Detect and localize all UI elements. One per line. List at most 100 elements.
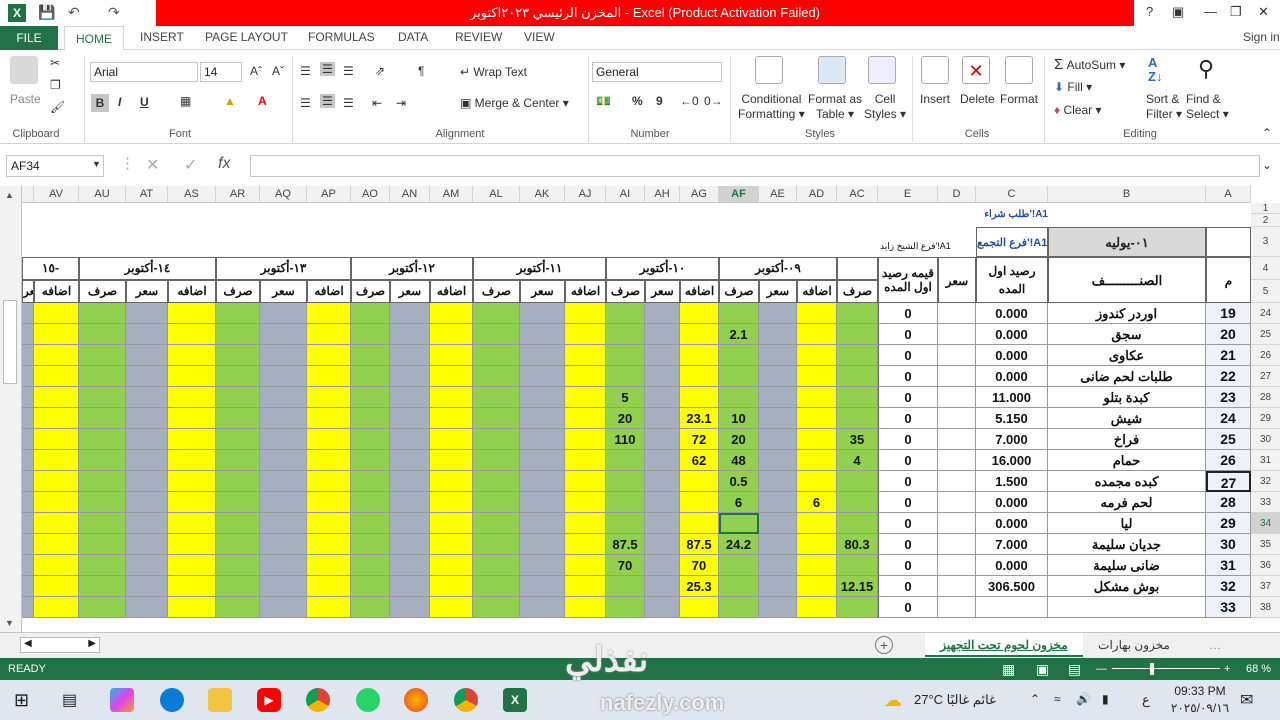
cell-ao[interactable] (351, 345, 390, 366)
cell-af[interactable] (719, 597, 759, 618)
conditional-formatting-icon[interactable] (755, 56, 783, 84)
cell-ap[interactable] (307, 492, 351, 513)
column-header-ar[interactable]: AR (216, 186, 260, 203)
cell-ap[interactable] (307, 513, 351, 534)
cell-aj[interactable] (565, 576, 606, 597)
cell-price[interactable] (938, 303, 976, 324)
cell-av[interactable] (34, 450, 79, 471)
column-header-ad[interactable]: AD (797, 186, 837, 203)
weather-text[interactable]: 27°C غائم غالبًا (914, 692, 996, 708)
cell-au[interactable] (79, 408, 126, 429)
column-header-at[interactable]: AT (126, 186, 168, 203)
cell-au[interactable] (79, 429, 126, 450)
cell-price[interactable] (938, 513, 976, 534)
cell-ar[interactable] (216, 492, 260, 513)
row-header[interactable]: 36 (1251, 555, 1280, 576)
align-center-icon[interactable]: ☰ (320, 94, 335, 108)
cell-al[interactable] (473, 576, 520, 597)
cell-opening-balance[interactable]: 11.000 (976, 387, 1048, 408)
cell-as[interactable] (168, 492, 216, 513)
cell-item-name[interactable]: اوردر كندوز (1048, 303, 1206, 324)
cell-an[interactable] (390, 534, 430, 555)
cell-item-name[interactable]: بوش مشكل (1048, 576, 1206, 597)
cell-ad[interactable] (797, 597, 837, 618)
cell-af[interactable]: 48 (719, 450, 759, 471)
cell-as[interactable] (168, 303, 216, 324)
cell-ac[interactable] (837, 555, 878, 576)
cell-ag[interactable] (680, 471, 719, 492)
cell-au[interactable] (79, 597, 126, 618)
format-cells-icon[interactable] (1005, 56, 1033, 84)
cell-al[interactable] (473, 429, 520, 450)
cell-ah[interactable] (645, 366, 680, 387)
cell-ae[interactable] (759, 513, 797, 534)
cell-ag[interactable] (680, 513, 719, 534)
format-button[interactable]: Format (1000, 92, 1038, 106)
cell-av[interactable] (34, 492, 79, 513)
cell-al[interactable] (473, 324, 520, 345)
cell-an[interactable] (390, 597, 430, 618)
cell-ap[interactable] (307, 555, 351, 576)
cell-au[interactable] (79, 303, 126, 324)
cell-ai[interactable] (606, 366, 645, 387)
windows-start-icon[interactable]: ⊞ (14, 690, 34, 710)
cell-ad[interactable] (797, 366, 837, 387)
cell-ar[interactable] (216, 429, 260, 450)
cell-al[interactable] (473, 450, 520, 471)
row-header[interactable]: 3 (1251, 227, 1280, 257)
cell-aq[interactable] (260, 534, 307, 555)
row-header[interactable]: 27 (1251, 366, 1280, 387)
cell-aj[interactable] (565, 408, 606, 429)
sign-in-link[interactable]: Sign in (1243, 30, 1280, 44)
cell-number[interactable]: 33 (1206, 597, 1251, 618)
column-header-af[interactable]: AF (719, 186, 759, 203)
cell-ad[interactable] (797, 324, 837, 345)
cell-opening-value[interactable]: 0 (878, 513, 938, 534)
cell-at[interactable] (126, 450, 168, 471)
cell-ak[interactable] (520, 513, 565, 534)
cell-opening-value[interactable]: 0 (878, 555, 938, 576)
cell-at[interactable] (126, 303, 168, 324)
wrap-text-button[interactable]: ↵ Wrap Text (460, 65, 527, 79)
save-icon[interactable]: 💾 (38, 4, 55, 21)
page-break-view-icon[interactable]: ▤ (1068, 658, 1081, 680)
cell-aq[interactable] (260, 597, 307, 618)
zoom-in-button[interactable]: + (1224, 658, 1230, 680)
cell-an[interactable] (390, 324, 430, 345)
cell-ai[interactable]: 20 (606, 408, 645, 429)
cell-ao[interactable] (351, 387, 390, 408)
cell-number[interactable]: 32 (1206, 576, 1251, 597)
cell-item-name[interactable]: جديان سليمة (1048, 534, 1206, 555)
excel-taskbar-icon[interactable]: X (503, 688, 527, 712)
cell-styles-icon[interactable] (868, 56, 896, 84)
cell-opening-value[interactable]: 0 (878, 408, 938, 429)
cell-am[interactable] (430, 408, 473, 429)
scroll-left-icon[interactable]: ◀ (24, 638, 32, 649)
row-header[interactable]: 31 (1251, 450, 1280, 471)
cell-number[interactable]: 27 (1206, 471, 1251, 492)
name-box-dropdown-icon[interactable]: ▼ (92, 159, 101, 169)
cell-opening-value[interactable]: 0 (878, 429, 938, 450)
cell-ac[interactable] (837, 513, 878, 534)
align-right-icon[interactable]: ☰ (343, 96, 354, 110)
cell-ao[interactable] (351, 324, 390, 345)
cell-aq[interactable] (260, 471, 307, 492)
cell-ai[interactable] (606, 324, 645, 345)
cell-ad[interactable] (797, 408, 837, 429)
format-as-table-icon[interactable] (818, 56, 846, 84)
notifications-icon[interactable]: ✉ (1240, 690, 1253, 710)
row-header[interactable]: 32 (1251, 471, 1280, 492)
cell-aj[interactable] (565, 597, 606, 618)
cell-ag[interactable]: 70 (680, 555, 719, 576)
cell-ar[interactable] (216, 576, 260, 597)
cell-item-name[interactable]: شيش (1048, 408, 1206, 429)
column-header-av[interactable]: AV (34, 186, 79, 203)
cell-ar[interactable] (216, 366, 260, 387)
cell-opening-value[interactable]: 0 (878, 471, 938, 492)
normal-view-icon[interactable]: ▦ (1002, 658, 1015, 680)
close-button[interactable]: ✕ (1258, 4, 1269, 20)
vertical-scrollbar[interactable]: ▲ ▼ (0, 186, 22, 632)
align-left-icon[interactable]: ☰ (300, 96, 311, 110)
cell-am[interactable] (430, 366, 473, 387)
page-layout-view-icon[interactable]: ▣ (1036, 658, 1049, 680)
